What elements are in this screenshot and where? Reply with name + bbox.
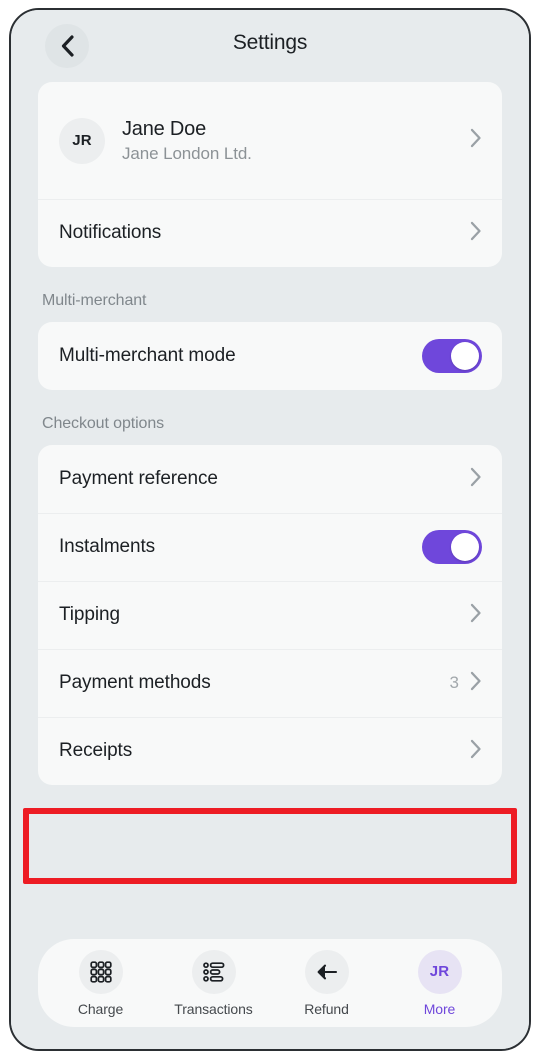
- toggle-knob: [451, 533, 479, 561]
- settings-content: JR Jane Doe Jane London Ltd. Notificatio…: [11, 82, 529, 927]
- tab-more[interactable]: JR More: [392, 949, 488, 1017]
- section-header-checkout-options: Checkout options: [42, 415, 165, 432]
- row-label: Tipping: [59, 604, 120, 625]
- tab-label: Refund: [304, 1000, 349, 1017]
- bottom-navigation: Charge Transactions Refund JR More: [11, 927, 529, 1049]
- keypad-grid-icon: [78, 949, 123, 994]
- account-card: JR Jane Doe Jane London Ltd. Notificatio…: [38, 82, 502, 267]
- tab-refund[interactable]: Refund: [279, 949, 375, 1017]
- screen-header: Settings: [11, 10, 529, 82]
- row-trailing: [470, 739, 482, 764]
- tab-label: More: [423, 1000, 456, 1017]
- row-trailing: [470, 603, 482, 628]
- settings-row-tipping[interactable]: Tipping: [38, 581, 502, 649]
- avatar-initials-icon: JR: [417, 949, 462, 994]
- section-header-multi-merchant: Multi-merchant: [42, 292, 147, 309]
- chevron-right-icon: [470, 221, 482, 246]
- profile-text: Jane Doe Jane London Ltd.: [122, 118, 470, 164]
- chevron-right-icon: [470, 671, 482, 696]
- avatar: JR: [59, 117, 105, 164]
- settings-row-receipts[interactable]: Receipts: [38, 717, 502, 785]
- settings-row-payment-methods[interactable]: Payment methods 3: [38, 649, 502, 717]
- payment-methods-count: 3: [449, 673, 459, 692]
- profile-row[interactable]: JR Jane Doe Jane London Ltd.: [38, 82, 502, 199]
- tab-label: Transactions: [174, 1000, 253, 1017]
- tab-transactions[interactable]: Transactions: [166, 949, 262, 1017]
- row-label: Payment methods: [59, 672, 211, 693]
- instalments-toggle[interactable]: [422, 530, 482, 564]
- tabbar: Charge Transactions Refund JR More: [38, 939, 502, 1027]
- profile-row-trailing: [470, 128, 482, 153]
- toggle-knob: [451, 342, 479, 370]
- multi-merchant-card: Multi-merchant mode: [38, 322, 502, 390]
- chevron-right-icon: [470, 603, 482, 628]
- row-label: Payment reference: [59, 468, 218, 489]
- profile-name: Jane Doe: [122, 117, 207, 140]
- row-label: Multi-merchant mode: [59, 345, 236, 366]
- list-lines-icon: [191, 949, 236, 994]
- row-trailing: [470, 467, 482, 492]
- multi-merchant-mode-toggle[interactable]: [422, 339, 482, 373]
- settings-row-multi-merchant-mode[interactable]: Multi-merchant mode: [38, 322, 502, 390]
- tab-charge[interactable]: Charge: [53, 949, 149, 1017]
- phone-frame: Settings JR Jane Doe Jane London Ltd. No…: [9, 8, 531, 1051]
- settings-row-notifications[interactable]: Notifications: [38, 199, 502, 267]
- checkout-options-card: Payment reference Instalments Tipping Pa…: [38, 445, 502, 785]
- settings-row-instalments[interactable]: Instalments: [38, 513, 502, 581]
- page-title: Settings: [232, 31, 308, 54]
- arrow-left-icon: [304, 949, 349, 994]
- settings-screen: Settings JR Jane Doe Jane London Ltd. No…: [11, 10, 529, 1049]
- chevron-right-icon: [470, 739, 482, 764]
- profile-company: Jane London Ltd.: [122, 143, 252, 163]
- row-label: Notifications: [59, 222, 162, 243]
- chevron-right-icon: [470, 128, 482, 153]
- row-label: Receipts: [59, 740, 133, 761]
- chevron-right-icon: [470, 467, 482, 492]
- settings-row-payment-reference[interactable]: Payment reference: [38, 445, 502, 513]
- row-trailing: 3: [450, 671, 482, 696]
- row-label: Instalments: [59, 536, 156, 557]
- row-trailing: [470, 221, 482, 246]
- tab-label: Charge: [77, 1000, 124, 1017]
